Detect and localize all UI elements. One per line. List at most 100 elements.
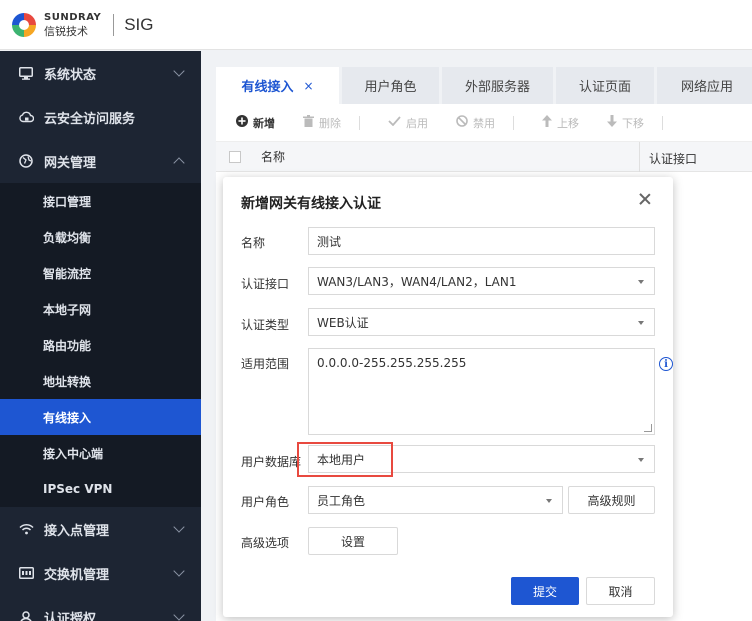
sidebar-item-wired-access[interactable]: 有线接入 [0, 399, 201, 435]
sidebar-item-traffic-control[interactable]: 智能流控 [0, 255, 201, 291]
brand-name-cn: 信锐技术 [44, 24, 88, 38]
sidebar-item-access-center[interactable]: 接入中心端 [0, 435, 201, 471]
user-role-value: 员工角色 [317, 493, 366, 508]
delete-button-label: 删除 [319, 116, 341, 130]
dialog-title: 新增网关有线接入认证 [241, 196, 381, 212]
sidebar-item-load-balance[interactable]: 负载均衡 [0, 219, 201, 255]
tab-user-roles[interactable]: 用户角色 [342, 67, 439, 104]
switch-icon [18, 565, 34, 581]
user-role-select[interactable]: 员工角色 [308, 486, 563, 514]
ban-icon [456, 114, 468, 131]
move-down-button[interactable]: 下移 [607, 114, 644, 131]
user-database-select[interactable]: 本地用户 [308, 445, 655, 473]
brand-name-en: SUNDRAY [44, 11, 102, 23]
brand-logo[interactable]: SUNDRAY 信锐技术 [10, 11, 101, 39]
enable-button[interactable]: 启用 [388, 115, 428, 131]
chevron-down-icon [173, 521, 185, 533]
column-divider [639, 142, 640, 172]
cloud-lock-icon [18, 109, 34, 125]
sundray-logo-icon [12, 12, 36, 37]
header-divider [113, 13, 115, 36]
disable-button-label: 禁用 [473, 116, 495, 130]
move-down-button-label: 下移 [622, 116, 644, 130]
toolbar-divider [513, 115, 514, 130]
auth-interface-value: WAN3/LAN3，WAN4/LAN2，LAN1 [317, 274, 517, 289]
auth-interface-select[interactable]: WAN3/LAN3，WAN4/LAN2，LAN1 [308, 267, 655, 295]
nav-group-ap-mgmt[interactable]: 接入点管理 [0, 507, 201, 551]
add-wired-auth-dialog: 新增网关有线接入认证 名称 测试 认证接口 WAN3/LAN3，WAN4/LAN… [223, 177, 673, 617]
nav-group-auth[interactable]: 认证授权 [0, 595, 201, 621]
nav-group-label: 认证授权 [44, 611, 97, 621]
close-icon[interactable] [637, 191, 653, 207]
nav-group-label: 系统状态 [44, 67, 97, 83]
scope-label: 适用范围 [241, 357, 290, 371]
tab-wired-access[interactable]: 有线接入 × [216, 67, 339, 104]
tab-label: 有线接入 [241, 80, 294, 95]
sidebar-item-ipsec-vpn[interactable]: IPSec VPN [0, 471, 201, 507]
advanced-options-label: 高级选项 [241, 536, 290, 550]
add-button-label: 新增 [253, 116, 275, 130]
nav-group-label: 交换机管理 [44, 567, 110, 583]
globe-icon [18, 153, 34, 169]
sidebar-item-nat[interactable]: 地址转换 [0, 363, 201, 399]
toolbar-divider [359, 115, 360, 130]
auth-interface-label: 认证接口 [241, 277, 290, 291]
trash-icon [303, 114, 314, 131]
caret-down-icon [638, 321, 644, 325]
nav-group-label: 网关管理 [44, 155, 97, 171]
tab-network-apps[interactable]: 网络应用 [657, 67, 752, 104]
table-header: 名称 认证接口 [216, 142, 752, 172]
nav-group-label: 接入点管理 [44, 523, 110, 539]
sidebar-item-local-subnet[interactable]: 本地子网 [0, 291, 201, 327]
auth-icon [18, 609, 34, 621]
column-header-name[interactable]: 名称 [261, 148, 285, 165]
move-up-button-label: 上移 [557, 116, 579, 130]
toolbar: 新增 删除 启用 禁用 上移 下移 [216, 104, 752, 142]
scope-value: 0.0.0.0-255.255.255.255 [317, 356, 467, 370]
nav-group-cloud-access[interactable]: 云安全访问服务 [0, 95, 201, 139]
nav-group-switch-mgmt[interactable]: 交换机管理 [0, 551, 201, 595]
chevron-down-icon [173, 609, 185, 621]
scope-textarea[interactable]: 0.0.0.0-255.255.255.255 [308, 348, 655, 435]
move-up-button[interactable]: 上移 [542, 114, 579, 131]
user-database-value: 本地用户 [317, 452, 366, 467]
sidebar: 系统状态 云安全访问服务 网关管理 接口管理 负载均衡 智能流控 本地子网 路由… [0, 51, 201, 621]
sidebar-item-interface[interactable]: 接口管理 [0, 183, 201, 219]
disable-button[interactable]: 禁用 [456, 114, 495, 131]
select-all-checkbox[interactable] [229, 150, 241, 163]
enable-button-label: 启用 [406, 116, 428, 130]
tab-external-servers[interactable]: 外部服务器 [442, 67, 553, 104]
delete-button[interactable]: 删除 [303, 114, 341, 131]
chevron-up-icon [173, 157, 185, 169]
name-input[interactable]: 测试 [308, 227, 655, 255]
add-button[interactable]: 新增 [236, 114, 275, 131]
cancel-button[interactable]: 取消 [586, 577, 655, 605]
user-database-label: 用户数据库 [241, 455, 302, 469]
plus-circle-icon [236, 114, 248, 131]
chevron-down-icon [173, 65, 185, 77]
sidebar-item-routing[interactable]: 路由功能 [0, 327, 201, 363]
nav-group-gateway-mgmt[interactable]: 网关管理 [0, 139, 201, 183]
auth-type-label: 认证类型 [241, 318, 290, 332]
nav-group-system-status[interactable]: 系统状态 [0, 51, 201, 95]
submit-button[interactable]: 提交 [511, 577, 579, 605]
settings-button[interactable]: 设置 [308, 527, 398, 555]
product-name: SIG [124, 14, 154, 34]
info-icon[interactable]: i [659, 357, 673, 371]
gateway-submenu: 接口管理 负载均衡 智能流控 本地子网 路由功能 地址转换 有线接入 接入中心端… [0, 183, 201, 507]
auth-type-select[interactable]: WEB认证 [308, 308, 655, 336]
column-header-auth-interface[interactable]: 认证接口 [649, 150, 697, 167]
arrow-down-icon [607, 114, 617, 131]
caret-down-icon [638, 458, 644, 462]
top-header: SUNDRAY 信锐技术 SIG [0, 0, 752, 50]
toolbar-divider [662, 115, 663, 130]
advanced-rules-button[interactable]: 高级规则 [568, 486, 655, 514]
tab-auth-page[interactable]: 认证页面 [556, 67, 654, 104]
monitor-icon [18, 65, 34, 81]
chevron-down-icon [173, 565, 185, 577]
auth-type-value: WEB认证 [317, 315, 369, 330]
caret-down-icon [546, 499, 552, 503]
check-icon [388, 115, 401, 130]
close-icon[interactable]: × [303, 79, 313, 93]
resize-handle-icon[interactable] [644, 424, 652, 432]
